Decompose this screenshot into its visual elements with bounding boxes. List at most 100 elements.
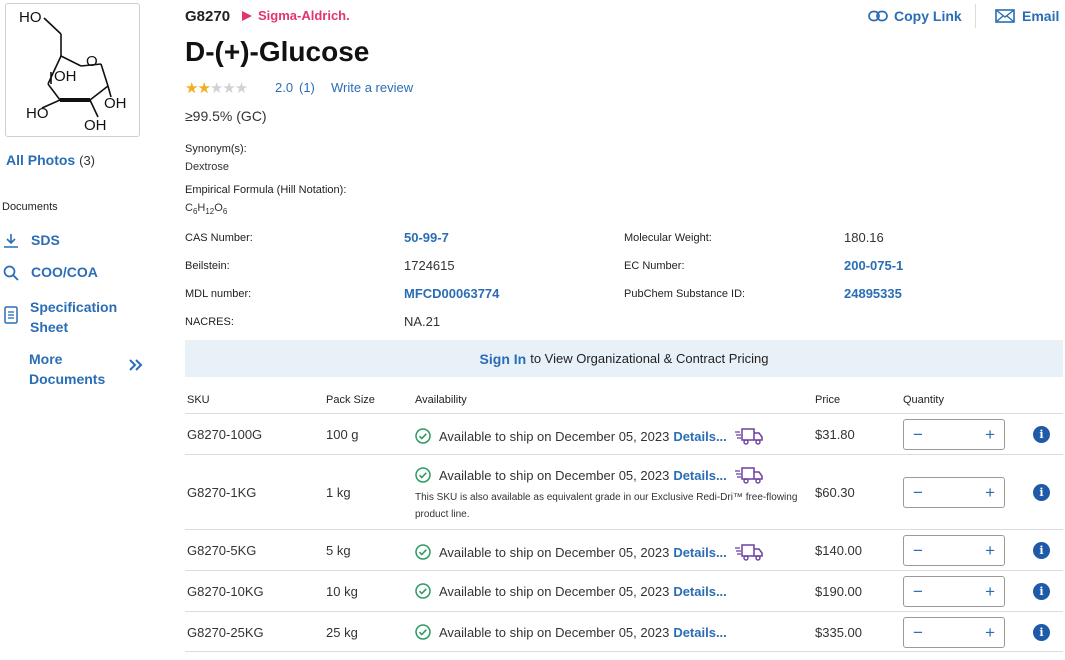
- formula-c: C: [185, 202, 193, 214]
- sds-label: SDS: [31, 232, 60, 248]
- coo-coa-link[interactable]: COO/COA: [2, 264, 98, 282]
- details-link[interactable]: Details...: [673, 584, 726, 599]
- beilstein-value: 1724615: [404, 258, 455, 273]
- email-button[interactable]: Email: [995, 8, 1059, 24]
- decrement-button[interactable]: −: [913, 425, 923, 445]
- col-header-quantity: Quantity: [903, 394, 944, 406]
- increment-button[interactable]: +: [985, 541, 995, 561]
- info-icon[interactable]: i: [1033, 426, 1050, 443]
- availability-text: Available to ship on December 05, 2023: [439, 428, 670, 444]
- quantity-stepper[interactable]: − +: [903, 477, 1005, 508]
- col-header-availability: Availability: [415, 394, 467, 406]
- documents-label: Documents: [29, 371, 106, 387]
- table-row: G8270-10KG 10 kg Available to ship on De…: [185, 570, 1063, 611]
- row-pack-size: 5 kg: [326, 543, 351, 558]
- synonyms-label: Synonym(s):: [185, 143, 247, 155]
- ring-oxygen-label: O: [86, 53, 98, 70]
- decrement-button[interactable]: −: [913, 623, 923, 643]
- more-label: More: [29, 351, 63, 367]
- glucose-structure: HO O OH OH HO OH: [19, 9, 127, 134]
- double-chevron-right-icon[interactable]: [128, 358, 144, 377]
- decrement-button[interactable]: −: [913, 582, 923, 602]
- pubchem-link[interactable]: 24895335: [844, 286, 902, 301]
- more-documents-link[interactable]: More Documents: [29, 349, 105, 389]
- sign-in-link[interactable]: Sign In: [480, 351, 527, 367]
- quantity-stepper[interactable]: − +: [903, 576, 1005, 607]
- row-pack-size: 100 g: [326, 427, 359, 442]
- availability-text: Available to ship on December 05, 2023: [439, 624, 670, 640]
- oh-bottom-label: OH: [84, 117, 107, 134]
- redi-dri-note: This SKU is also available as equivalent…: [415, 492, 798, 520]
- details-link[interactable]: Details...: [673, 545, 726, 560]
- increment-button[interactable]: +: [985, 623, 995, 643]
- photos-count: (3): [79, 153, 96, 168]
- ec-number-link[interactable]: 200-075-1: [844, 258, 903, 273]
- increment-button[interactable]: +: [985, 483, 995, 503]
- table-row: G8270-5KG 5 kg Available to ship on Dece…: [185, 529, 1063, 570]
- increment-button[interactable]: +: [985, 425, 995, 445]
- ho-top-label: HO: [19, 9, 42, 26]
- row-sku: G8270-1KG: [187, 485, 257, 500]
- sheet-label: Sheet: [30, 319, 69, 335]
- brand-arrow-icon: [242, 10, 252, 21]
- star-rating[interactable]: ★★★★★ ★★★★★: [185, 79, 248, 97]
- decrement-button[interactable]: −: [913, 541, 923, 561]
- oh-inner-label: OH: [54, 68, 77, 85]
- banner-text: to View Organizational & Contract Pricin…: [530, 351, 769, 366]
- table-row: G8270-1KG 1 kg Available to ship on Dece…: [185, 454, 1063, 529]
- pricing-banner: Sign In to View Organizational & Contrac…: [185, 340, 1063, 377]
- quantity-stepper[interactable]: − +: [903, 617, 1005, 648]
- formula-h-sub: 12: [205, 207, 215, 217]
- structure-image[interactable]: HO O OH OH HO OH: [5, 3, 140, 137]
- quantity-stepper[interactable]: − +: [903, 419, 1005, 450]
- sds-link[interactable]: SDS: [2, 232, 60, 250]
- mdl-link[interactable]: MFCD00063774: [404, 286, 499, 301]
- row-pack-size: 1 kg: [326, 485, 351, 500]
- details-link[interactable]: Details...: [673, 468, 726, 483]
- cas-label: CAS Number:: [185, 232, 253, 244]
- row-sku: G8270-100G: [187, 427, 263, 442]
- specification-sheet-link[interactable]: Specification Sheet: [2, 297, 117, 337]
- row-availability: Available to ship on December 05, 2023 D…: [415, 624, 727, 640]
- ec-number-label: EC Number:: [624, 260, 685, 272]
- row-pack-size: 25 kg: [326, 625, 358, 640]
- row-price: $31.80: [815, 427, 855, 442]
- availability-text: Available to ship on December 05, 2023: [439, 467, 670, 483]
- beilstein-label: Beilstein:: [185, 260, 230, 272]
- check-circle-icon: [415, 544, 431, 560]
- all-photos-link[interactable]: All Photos (3): [6, 152, 95, 168]
- purity: ≥99.5% (GC): [185, 108, 267, 124]
- cas-link[interactable]: 50-99-7: [404, 230, 449, 245]
- review-count[interactable]: (1): [299, 80, 315, 95]
- info-icon[interactable]: i: [1033, 583, 1050, 600]
- info-icon[interactable]: i: [1033, 484, 1050, 501]
- decrement-button[interactable]: −: [913, 483, 923, 503]
- info-icon[interactable]: i: [1033, 624, 1050, 641]
- row-availability: Available to ship on December 05, 2023 D…: [415, 426, 764, 446]
- header-divider: [975, 4, 976, 28]
- availability-text: Available to ship on December 05, 2023: [439, 583, 670, 599]
- row-price: $190.00: [815, 584, 862, 599]
- synonyms-value: Dextrose: [185, 161, 230, 173]
- nacres-value: NA.21: [404, 314, 441, 329]
- download-icon: [2, 232, 20, 250]
- row-sku: G8270-25KG: [187, 625, 264, 640]
- row-price: $335.00: [815, 625, 862, 640]
- row-pack-size: 10 kg: [326, 584, 358, 599]
- details-link[interactable]: Details...: [673, 625, 726, 640]
- availability-text: Available to ship on December 05, 2023: [439, 544, 670, 560]
- fast-shipping-truck-icon: [734, 544, 763, 561]
- info-icon[interactable]: i: [1033, 542, 1050, 559]
- brand-logo[interactable]: Sigma-Aldrich.: [241, 8, 350, 23]
- all-photos-label: All Photos: [6, 152, 76, 168]
- write-review-link[interactable]: Write a review: [331, 80, 413, 95]
- details-link[interactable]: Details...: [673, 429, 726, 444]
- ho-left-label: HO: [26, 105, 49, 122]
- check-circle-icon: [415, 583, 431, 599]
- increment-button[interactable]: +: [985, 582, 995, 602]
- copy-link-button[interactable]: Copy Link: [868, 8, 962, 24]
- molecular-weight-value: 180.16: [844, 230, 884, 245]
- pubchem-label: PubChem Substance ID:: [624, 288, 746, 300]
- document-icon: [2, 306, 20, 324]
- quantity-stepper[interactable]: − +: [903, 535, 1005, 566]
